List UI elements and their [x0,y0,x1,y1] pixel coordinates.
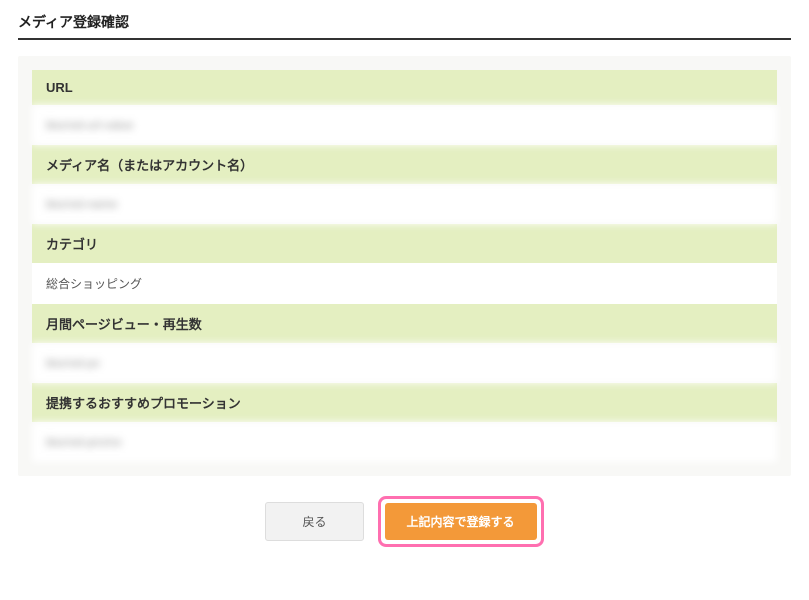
field-value-pageviews: blurred-pv [32,343,777,383]
field-label-promotion: 提携するおすすめプロモーション [32,383,777,422]
field-value-url: blurred-url-value [32,105,777,145]
confirmation-card: URL blurred-url-value メディア名（またはアカウント名） b… [18,56,791,476]
submit-button[interactable]: 上記内容で登録する [385,503,537,540]
field-label-category: カテゴリ [32,224,777,263]
field-value-media-name: blurred-name [32,184,777,224]
submit-button-highlight: 上記内容で登録する [378,496,544,547]
field-label-pageviews: 月間ページビュー・再生数 [32,304,777,343]
field-label-url: URL [32,70,777,105]
button-row: 戻る 上記内容で登録する [18,496,791,547]
field-value-promotion: blurred-promo [32,422,777,462]
field-value-category: 総合ショッピング [32,263,777,304]
back-button[interactable]: 戻る [265,502,363,541]
page-title: メディア登録確認 [18,12,791,40]
field-label-media-name: メディア名（またはアカウント名） [32,145,777,184]
